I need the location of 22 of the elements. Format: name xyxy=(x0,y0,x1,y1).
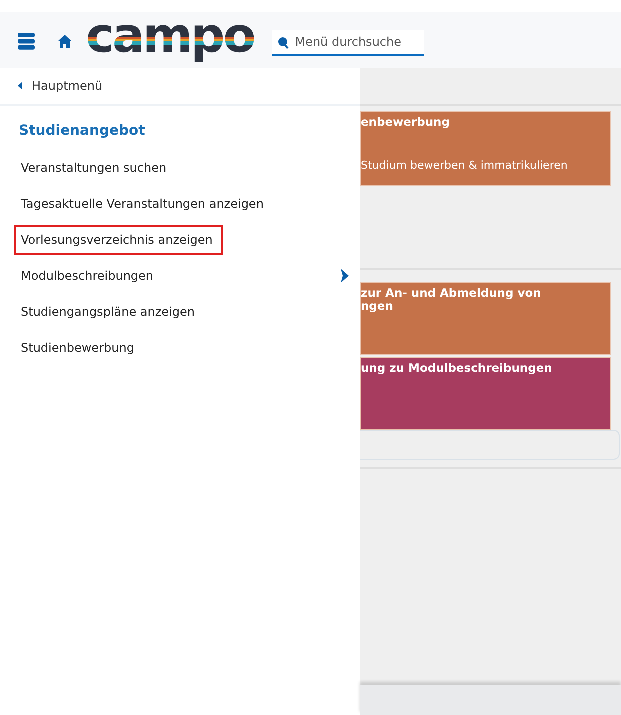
tile-subtitle: Studium bewerben & immatrikulieren xyxy=(361,159,569,172)
back-label: Hauptmenü xyxy=(32,79,103,93)
tile-title: ung zu Modulbeschreibungen xyxy=(361,362,554,375)
menu-item[interactable]: Modulbeschreibungen xyxy=(14,261,164,291)
menu-item[interactable]: Studiengangspläne anzeigen xyxy=(14,297,205,327)
menu-item[interactable]: Tagesaktuelle Veranstaltungen anzeigen xyxy=(14,189,274,219)
back-link[interactable]: Hauptmenü xyxy=(0,68,360,106)
tile[interactable]: ung zu Modulbeschreibungen xyxy=(360,357,611,430)
section-title: Studienangebot xyxy=(18,122,146,141)
tile[interactable]: zur An- und Abmeldung von ngen xyxy=(360,282,611,355)
tile-title: enbewerbung xyxy=(361,116,451,129)
chevron-right-icon[interactable] xyxy=(341,269,349,283)
menu-item[interactable]: Vorlesungsverzeichnis anzeigen xyxy=(14,225,223,255)
menu-item[interactable]: Studienbewerbung xyxy=(14,333,144,363)
search-icon xyxy=(278,37,290,49)
menu-item[interactable]: Veranstaltungen suchen xyxy=(14,153,177,183)
menu-icon[interactable] xyxy=(18,32,35,50)
tile[interactable]: enbewerbung Studium bewerben & immatrikulieren xyxy=(360,111,611,186)
search-field[interactable]: Menü durchsuche xyxy=(272,30,424,56)
tile-title: zur An- und Abmeldung von ngen xyxy=(361,287,542,313)
chevron-left-icon xyxy=(18,82,23,90)
home-icon[interactable] xyxy=(58,34,72,48)
